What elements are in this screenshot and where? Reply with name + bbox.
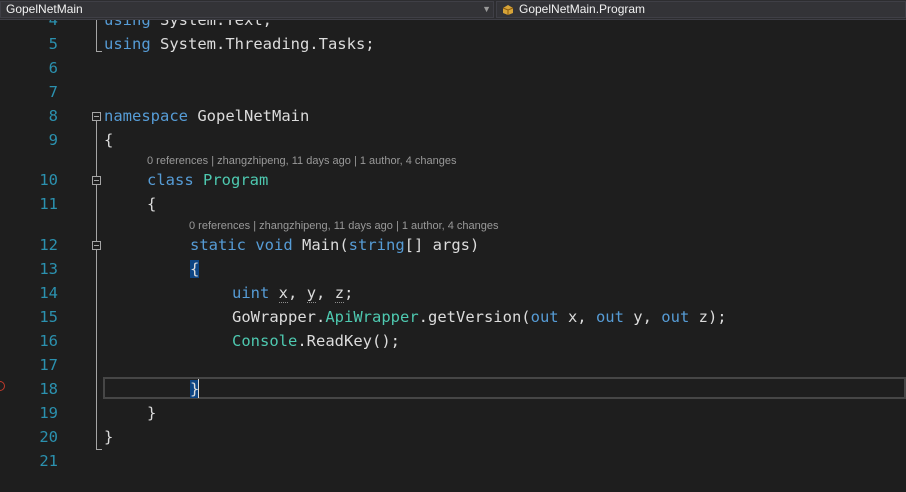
code-text: {	[147, 195, 157, 213]
code-text: .ReadKey();	[297, 332, 400, 350]
line-number: 15	[39, 308, 58, 326]
line-number: 13	[39, 260, 58, 278]
line-number: 19	[39, 404, 58, 422]
line-number: 8	[48, 107, 58, 125]
codelens-main: 0 references | zhangzhipeng, 11 days ago…	[189, 219, 499, 233]
codelens-author-link[interactable]: zhangzhipeng, 11 days ago	[259, 220, 393, 232]
type-name: ApiWrapper	[325, 308, 419, 326]
keyword: using	[104, 35, 151, 53]
codelens-program: 0 references | zhangzhipeng, 11 days ago…	[147, 154, 457, 168]
codelens-changes-link[interactable]: 1 author, 4 changes	[360, 155, 457, 167]
unused-variable: z	[334, 284, 345, 303]
class-dropdown[interactable]: GopelNetMain.Program	[496, 1, 906, 18]
outline-guide-end	[96, 449, 102, 450]
code-line-4: using System.Text;	[104, 20, 272, 32]
keyword: out	[661, 308, 690, 326]
line-number: 5	[48, 35, 58, 53]
codelens-changes-link[interactable]: 1 author, 4 changes	[402, 220, 499, 232]
line-number: 9	[48, 131, 58, 149]
line-number: 14	[39, 284, 58, 302]
codelens-separator: |	[350, 155, 360, 167]
code-line-5: using System.Threading.Tasks;	[104, 32, 375, 56]
code-text: GoWrapper.	[232, 308, 326, 326]
project-dropdown[interactable]: GopelNetMain ▼	[0, 1, 494, 18]
line-number: 6	[48, 59, 58, 77]
collapse-class-icon[interactable]	[92, 176, 101, 185]
line-number: 10	[39, 171, 58, 189]
code-text: ;	[344, 284, 354, 302]
keyword: string	[348, 236, 405, 254]
keyword: static	[190, 236, 246, 254]
type-name: Program	[203, 171, 269, 189]
line-number: 17	[39, 356, 58, 374]
line-number: 11	[39, 195, 58, 213]
class-dropdown-label: GopelNetMain.Program	[519, 2, 646, 16]
outline-guide-end	[96, 51, 102, 52]
chevron-down-icon: ▼	[482, 4, 491, 14]
line-number: 21	[39, 452, 58, 470]
line-number: 18	[39, 380, 58, 398]
code-line-8: namespace GopelNetMain	[104, 104, 309, 128]
code-line-20: }	[104, 425, 113, 449]
code-line-11: {	[147, 192, 156, 216]
keyword: namespace	[104, 107, 188, 125]
code-line-16: Console.ReadKey();	[232, 329, 400, 353]
codelens-separator: |	[392, 220, 402, 232]
matched-brace: {	[190, 260, 200, 278]
codelens-references-link[interactable]: 0 references	[189, 220, 250, 232]
line-number: 20	[39, 428, 58, 446]
line-number: 4	[48, 20, 58, 29]
unused-variable: y	[306, 284, 317, 303]
code-text: System.Threading.Tasks;	[150, 35, 375, 53]
code-editor[interactable]: 4 5 6 7 8 9 10 11 12 13 14 15 16 17 18 1…	[0, 20, 906, 492]
keyword: void	[255, 236, 293, 254]
code-text: System.Text;	[150, 20, 272, 29]
line-number: 16	[39, 332, 58, 350]
code-text: [] args)	[404, 236, 480, 254]
code-text: {	[104, 131, 114, 149]
keyword: using	[104, 20, 151, 29]
outline-guide	[96, 121, 97, 449]
project-dropdown-label: GopelNetMain	[6, 2, 83, 16]
codelens-separator: |	[208, 155, 218, 167]
outline-guide	[96, 20, 97, 51]
code-text: ,	[288, 284, 298, 302]
text-caret	[198, 379, 199, 398]
keyword: class	[147, 171, 194, 189]
code-text: Main(	[292, 236, 349, 254]
code-text: ,	[316, 284, 326, 302]
code-text: z);	[689, 308, 727, 326]
code-line-13: {	[190, 257, 200, 281]
unused-variable: x	[278, 284, 289, 303]
code-text: }	[104, 428, 114, 446]
codelens-separator: |	[250, 220, 260, 232]
code-text: }	[147, 404, 157, 422]
line-number: 7	[48, 83, 58, 101]
code-line-15: GoWrapper.ApiWrapper.getVersion(out x, o…	[232, 305, 727, 329]
code-text: x,	[558, 308, 596, 326]
code-line-10: class Program	[147, 168, 268, 192]
code-line-19: }	[147, 401, 156, 425]
codelens-references-link[interactable]: 0 references	[147, 155, 208, 167]
code-line-9: {	[104, 128, 113, 152]
class-icon	[502, 5, 514, 15]
type-name: Console	[232, 332, 298, 350]
code-text: .getVersion(	[418, 308, 531, 326]
code-line-12: static void Main(string[] args)	[190, 233, 479, 257]
keyword: uint	[232, 284, 270, 302]
editor-margin: 4 5 6 7 8 9 10 11 12 13 14 15 16 17 18 1…	[0, 20, 103, 492]
codelens-author-link[interactable]: zhangzhipeng, 11 days ago	[217, 155, 351, 167]
code-text: GopelNetMain	[188, 107, 310, 125]
code-text: y,	[623, 308, 662, 326]
collapse-method-icon[interactable]	[92, 241, 101, 250]
line-number: 12	[39, 236, 58, 254]
current-line-highlight	[103, 377, 906, 399]
navigation-bar: GopelNetMain ▼ GopelNetMain.Program	[0, 0, 906, 20]
keyword: out	[595, 308, 624, 326]
collapse-namespace-icon[interactable]	[92, 112, 101, 121]
keyword: out	[530, 308, 559, 326]
code-line-14: uint x, y, z;	[232, 281, 353, 305]
